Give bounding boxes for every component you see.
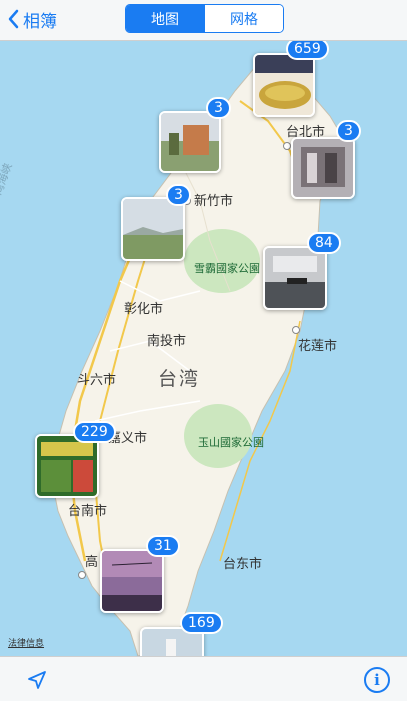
location-arrow-icon [28, 671, 46, 689]
back-label: 相簿 [23, 11, 57, 32]
info-button[interactable]: i [364, 667, 390, 693]
label-yushan: 玉山國家公園 [198, 436, 264, 449]
photo-cluster-hualien[interactable] [263, 246, 327, 310]
sign-photo-icon [37, 436, 97, 496]
label-hualien: 花莲市 [298, 339, 338, 354]
map-view[interactable]: 湾海峡 台北市 新竹市 雪霸國家公園 彰化市 南投市 台湾 花莲市 斗六市 嘉义… [0, 41, 407, 656]
photo-cluster-taipei-north[interactable] [253, 53, 315, 117]
cluster-count-badge[interactable]: 3 [166, 184, 191, 206]
tab-map[interactable]: 地图 [126, 5, 204, 32]
photo-cluster-hsinchu[interactable] [121, 197, 185, 261]
cluster-count-badge[interactable]: 84 [307, 232, 341, 254]
landscape-photo-icon [123, 199, 183, 259]
label-changhua: 彰化市 [124, 302, 164, 317]
building-photo-icon [161, 113, 219, 171]
label-tainan: 台南市 [68, 504, 108, 519]
food-photo-icon [255, 55, 313, 115]
chevron-left-icon [8, 9, 19, 29]
location-button[interactable] [26, 669, 48, 695]
tab-grid[interactable]: 网格 [204, 5, 283, 32]
interior-photo-icon [265, 248, 325, 308]
city-dot [78, 571, 86, 579]
info-icon: i [374, 671, 380, 689]
navigation-bar: 相簿 地图 网格 [0, 0, 407, 41]
label-hsinchu: 新竹市 [194, 194, 234, 209]
blurred-photo-icon [293, 139, 353, 197]
cluster-count-badge[interactable]: 659 [286, 41, 329, 60]
label-taiwan: 台湾 [158, 368, 201, 390]
photo-cluster-taoyuan[interactable] [159, 111, 221, 173]
back-button[interactable]: 相簿 [8, 6, 57, 32]
cluster-count-badge[interactable]: 169 [180, 612, 223, 634]
cluster-count-badge[interactable]: 31 [146, 535, 180, 557]
legal-link[interactable]: 法律信息 [8, 636, 44, 649]
label-douliu: 斗六市 [77, 373, 117, 388]
city-dot [283, 142, 291, 150]
cluster-count-badge[interactable]: 3 [206, 97, 231, 119]
cluster-count-badge[interactable]: 229 [73, 421, 116, 443]
label-nantou: 南投市 [147, 334, 187, 349]
sunset-photo-icon [102, 551, 162, 611]
cluster-count-badge[interactable]: 3 [336, 120, 361, 142]
photo-cluster-kaohsiung[interactable] [100, 549, 164, 613]
label-taitung: 台东市 [223, 557, 263, 572]
bottom-toolbar: i [0, 656, 407, 701]
view-segmented-control: 地图 网格 [125, 4, 284, 33]
photo-cluster-tainan[interactable] [35, 434, 99, 498]
city-dot [292, 326, 300, 334]
label-kaohsiung: 高 [85, 555, 99, 570]
label-xueba: 雪霸國家公園 [194, 262, 260, 275]
photo-cluster-keelung[interactable] [291, 137, 355, 199]
